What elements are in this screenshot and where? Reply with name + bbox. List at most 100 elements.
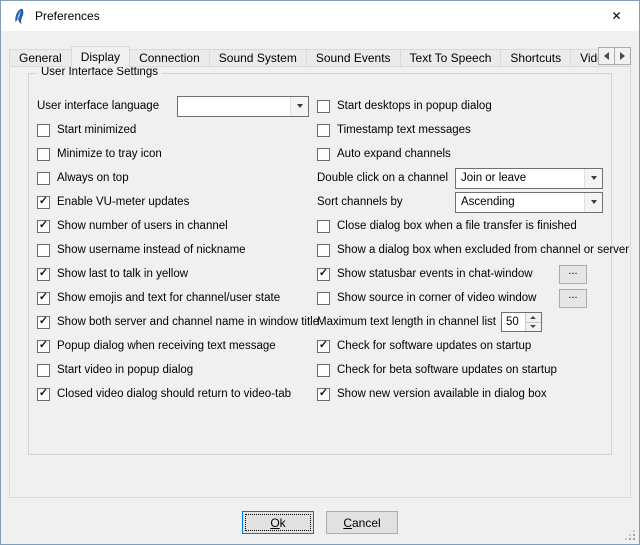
tab-control: GeneralDisplayConnectionSound SystemSoun… bbox=[9, 45, 631, 498]
checkbox-box[interactable] bbox=[317, 292, 330, 305]
checkbox-show-a-dialog-box-when-excluded-from-channel-or-server[interactable]: Show a dialog box when excluded from cha… bbox=[317, 244, 629, 257]
row-start-video-in-popup-dialog: Start video in popup dialog bbox=[37, 358, 317, 382]
checkbox-show-both-server-and-channel-name-in-window-title[interactable]: Show both server and channel name in win… bbox=[37, 316, 319, 329]
checkbox-label: Closed video dialog should return to vid… bbox=[57, 388, 291, 400]
more-button-show-source-in-corner-of-video-window[interactable]: ... bbox=[559, 289, 587, 308]
checkbox-show-new-version-available-in-dialog-box[interactable]: Show new version available in dialog box bbox=[317, 388, 547, 401]
more-button-show-statusbar-events-in-chat-window[interactable]: ... bbox=[559, 265, 587, 284]
ok-button[interactable]: Ok bbox=[242, 511, 314, 534]
row-start-desktops-in-popup-dialog: Start desktops in popup dialog bbox=[317, 94, 603, 118]
label-user-interface-language: User interface language bbox=[37, 100, 159, 112]
checkbox-close-dialog-box-when-a-file-transfer-is-finished[interactable]: Close dialog box when a file transfer is… bbox=[317, 220, 577, 233]
row-show-emojis-and-text-for-channel-user-state: Show emojis and text for channel/user st… bbox=[37, 286, 317, 310]
checkbox-box[interactable] bbox=[37, 196, 50, 209]
tab-scroll-left-button[interactable] bbox=[598, 47, 615, 65]
combobox-double-click-on-a-channel[interactable]: Join or leave bbox=[455, 168, 603, 189]
checkbox-show-number-of-users-in-channel[interactable]: Show number of users in channel bbox=[37, 220, 228, 233]
spin-up-button[interactable] bbox=[526, 313, 541, 322]
checkbox-closed-video-dialog-should-return-to-video-tab[interactable]: Closed video dialog should return to vid… bbox=[37, 388, 291, 401]
checkbox-box[interactable] bbox=[37, 316, 50, 329]
checkbox-box[interactable] bbox=[37, 172, 50, 185]
checkbox-box[interactable] bbox=[317, 388, 330, 401]
checkbox-show-last-to-talk-in-yellow[interactable]: Show last to talk in yellow bbox=[37, 268, 188, 281]
spin-down-button[interactable] bbox=[526, 322, 541, 332]
checkbox-show-emojis-and-text-for-channel-user-state[interactable]: Show emojis and text for channel/user st… bbox=[37, 292, 280, 305]
checkbox-start-video-in-popup-dialog[interactable]: Start video in popup dialog bbox=[37, 364, 193, 377]
checkbox-box[interactable] bbox=[317, 220, 330, 233]
checkbox-label: Popup dialog when receiving text message bbox=[57, 340, 276, 352]
checkbox-box[interactable] bbox=[37, 268, 50, 281]
checkbox-box[interactable] bbox=[37, 148, 50, 161]
checkbox-always-on-top[interactable]: Always on top bbox=[37, 172, 129, 185]
checkbox-box[interactable] bbox=[37, 364, 50, 377]
resize-grip[interactable] bbox=[624, 529, 635, 540]
row-show-source-in-corner-of-video-window: Show source in corner of video window... bbox=[317, 286, 603, 310]
checkbox-show-statusbar-events-in-chat-window[interactable]: Show statusbar events in chat-window bbox=[317, 268, 533, 281]
tab-scroll-right-button[interactable] bbox=[614, 47, 631, 65]
checkbox-popup-dialog-when-receiving-text-message[interactable]: Popup dialog when receiving text message bbox=[37, 340, 276, 353]
checkbox-check-for-software-updates-on-startup[interactable]: Check for software updates on startup bbox=[317, 340, 531, 353]
row-show-a-dialog-box-when-excluded-from-channel-or-server: Show a dialog box when excluded from cha… bbox=[317, 238, 603, 262]
tab-strip: GeneralDisplayConnectionSound SystemSoun… bbox=[9, 45, 631, 67]
checkbox-check-for-beta-software-updates-on-startup[interactable]: Check for beta software updates on start… bbox=[317, 364, 557, 377]
combobox-value bbox=[178, 97, 290, 116]
label-double-click-on-a-channel: Double click on a channel bbox=[317, 172, 448, 184]
checkbox-start-desktops-in-popup-dialog[interactable]: Start desktops in popup dialog bbox=[317, 100, 492, 113]
tab-shortcuts[interactable]: Shortcuts bbox=[500, 49, 571, 67]
tab-connection[interactable]: Connection bbox=[129, 49, 210, 67]
row-show-both-server-and-channel-name-in-window-title: Show both server and channel name in win… bbox=[37, 310, 317, 334]
checkbox-box[interactable] bbox=[317, 268, 330, 281]
checkbox-show-source-in-corner-of-video-window[interactable]: Show source in corner of video window bbox=[317, 292, 536, 305]
checkbox-label: Auto expand channels bbox=[337, 148, 451, 160]
checkbox-box[interactable] bbox=[37, 292, 50, 305]
combobox-user-interface-language[interactable] bbox=[177, 96, 309, 117]
row-check-for-software-updates-on-startup: Check for software updates on startup bbox=[317, 334, 603, 358]
row-show-number-of-users-in-channel: Show number of users in channel bbox=[37, 214, 317, 238]
checkbox-minimize-to-tray-icon[interactable]: Minimize to tray icon bbox=[37, 148, 162, 161]
checkbox-auto-expand-channels[interactable]: Auto expand channels bbox=[317, 148, 451, 161]
group-user-interface-settings: User Interface Settings User interface l… bbox=[28, 73, 612, 455]
checkbox-start-minimized[interactable]: Start minimized bbox=[37, 124, 136, 137]
row-close-dialog-box-when-a-file-transfer-is-finished: Close dialog box when a file transfer is… bbox=[317, 214, 603, 238]
checkbox-box[interactable] bbox=[37, 124, 50, 137]
row-sort-channels-by: Sort channels byAscending bbox=[317, 190, 603, 214]
checkbox-box[interactable] bbox=[37, 220, 50, 233]
checkbox-label: Minimize to tray icon bbox=[57, 148, 162, 160]
window-title: Preferences bbox=[35, 9, 100, 23]
cancel-button[interactable]: Cancel bbox=[326, 511, 398, 534]
checkbox-box[interactable] bbox=[37, 244, 50, 257]
titlebar[interactable]: Preferences ✕ bbox=[1, 1, 639, 31]
checkbox-label: Start minimized bbox=[57, 124, 136, 136]
tab-bar: GeneralDisplayConnectionSound SystemSoun… bbox=[9, 45, 631, 67]
checkbox-box[interactable] bbox=[317, 340, 330, 353]
tab-display[interactable]: Display bbox=[71, 46, 130, 67]
dialog-button-row: Ok Cancel bbox=[1, 511, 639, 534]
checkbox-box[interactable] bbox=[317, 244, 330, 257]
row-start-minimized: Start minimized bbox=[37, 118, 317, 142]
checkbox-label: Show last to talk in yellow bbox=[57, 268, 188, 280]
checkbox-enable-vu-meter-updates[interactable]: Enable VU-meter updates bbox=[37, 196, 189, 209]
spinbox-maximum-text-length-in-channel-list[interactable]: 50 bbox=[501, 312, 542, 332]
checkbox-show-username-instead-of-nickname[interactable]: Show username instead of nickname bbox=[37, 244, 246, 257]
row-check-for-beta-software-updates-on-startup: Check for beta software updates on start… bbox=[317, 358, 603, 382]
checkbox-label: Show username instead of nickname bbox=[57, 244, 246, 256]
tab-text-to-speech[interactable]: Text To Speech bbox=[400, 49, 502, 67]
tab-general[interactable]: General bbox=[9, 49, 72, 67]
combobox-sort-channels-by[interactable]: Ascending bbox=[455, 192, 603, 213]
ok-button-label: Ok bbox=[270, 516, 285, 530]
tab-sound-events[interactable]: Sound Events bbox=[306, 49, 401, 67]
close-button[interactable]: ✕ bbox=[594, 1, 639, 31]
combobox-value: Ascending bbox=[456, 193, 584, 212]
checkbox-box[interactable] bbox=[37, 388, 50, 401]
checkbox-box[interactable] bbox=[317, 364, 330, 377]
checkbox-box[interactable] bbox=[317, 124, 330, 137]
checkbox-box[interactable] bbox=[37, 340, 50, 353]
checkbox-box[interactable] bbox=[317, 148, 330, 161]
row-auto-expand-channels: Auto expand channels bbox=[317, 142, 603, 166]
checkbox-label: Show source in corner of video window bbox=[337, 292, 536, 304]
checkbox-label: Show statusbar events in chat-window bbox=[337, 268, 533, 280]
tab-sound-system[interactable]: Sound System bbox=[209, 49, 307, 67]
checkbox-box[interactable] bbox=[317, 100, 330, 113]
checkbox-timestamp-text-messages[interactable]: Timestamp text messages bbox=[317, 124, 471, 137]
checkbox-label: Check for beta software updates on start… bbox=[337, 364, 557, 376]
